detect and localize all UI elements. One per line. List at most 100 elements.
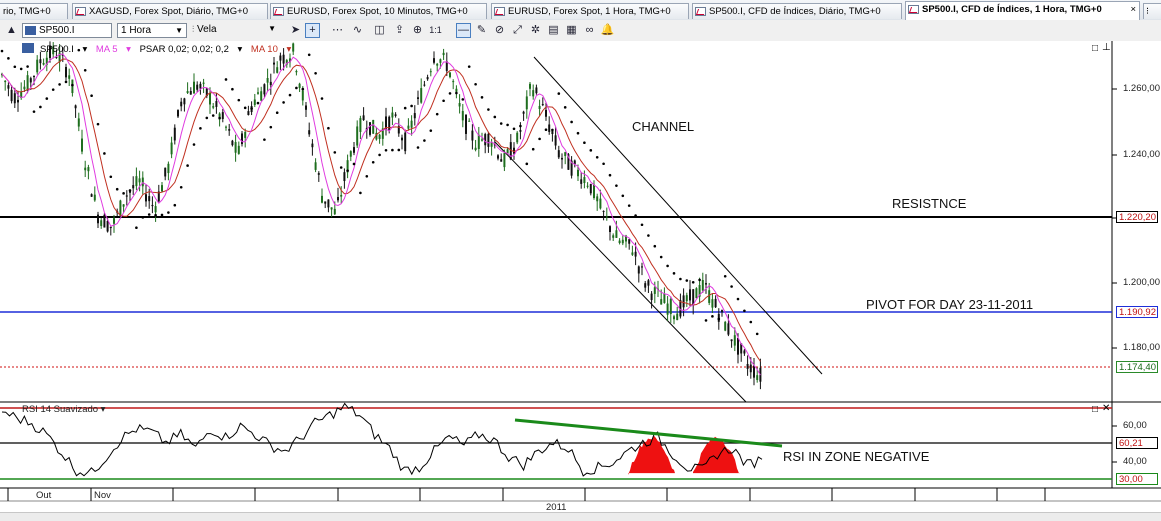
candle-body bbox=[68, 75, 71, 79]
alert-icon[interactable]: 🔔 bbox=[600, 23, 615, 38]
price-chart[interactable] bbox=[0, 41, 1161, 512]
grid-icon[interactable]: ⋯ bbox=[330, 23, 345, 38]
psar-dot bbox=[653, 244, 657, 248]
candle-body bbox=[436, 63, 439, 66]
psar-dot bbox=[365, 175, 369, 178]
close-tab-icon[interactable]: × bbox=[1130, 2, 1136, 18]
psar-dot bbox=[442, 99, 445, 103]
psar-dot bbox=[691, 281, 695, 284]
psar-dot bbox=[755, 332, 759, 336]
legend-psar[interactable]: PSAR 0,02; 0,02; 0,2 ▾ bbox=[140, 44, 243, 55]
candle-body bbox=[525, 96, 528, 110]
price-tick: 1.260,00 bbox=[1123, 83, 1160, 94]
candle-body bbox=[100, 220, 103, 226]
candle-body bbox=[42, 62, 45, 65]
candle-body bbox=[199, 83, 202, 89]
chart-type-select[interactable]: ⫶ Vela ▼ bbox=[192, 24, 280, 38]
candle-body bbox=[599, 198, 602, 209]
candle-body bbox=[644, 283, 647, 288]
psar-dot bbox=[192, 143, 196, 146]
candle-body bbox=[481, 139, 483, 141]
candle-body bbox=[103, 214, 106, 228]
tab-eurusd-1h[interactable]: EURUSD, Forex Spot, 1 Hora, TMG+0 bbox=[491, 3, 689, 19]
psar-dot bbox=[205, 116, 209, 120]
tab-xagusd[interactable]: XAGUSD, Forex Spot, Diário, TMG+0 bbox=[72, 3, 268, 19]
candle-body bbox=[557, 150, 560, 158]
tab-sp500-1h[interactable]: SP500.I, CFD de Índices, 1 Hora, TMG+0 × bbox=[905, 1, 1140, 20]
chevron-down-icon: ▼ bbox=[175, 26, 183, 35]
maximize-rsi-icon[interactable]: □ bbox=[1092, 405, 1098, 415]
legend-ma5[interactable]: MA 5 ▾ bbox=[96, 44, 131, 55]
candle-body bbox=[612, 235, 615, 238]
candle-body bbox=[97, 214, 99, 224]
candle-body bbox=[647, 280, 650, 286]
legend-ma10-label: MA 10 bbox=[250, 44, 278, 55]
pencil-icon[interactable]: ✎ bbox=[474, 23, 489, 38]
export-icon[interactable]: ⇪ bbox=[392, 23, 407, 38]
candle-body bbox=[605, 216, 608, 218]
candle-body bbox=[93, 194, 96, 201]
zoom-reset-icon[interactable]: 1:1 bbox=[428, 23, 443, 38]
chart-window-icon bbox=[908, 5, 919, 14]
candle-body bbox=[695, 288, 698, 299]
psar-dot bbox=[480, 96, 484, 99]
link-icon[interactable]: ∞ bbox=[582, 23, 597, 38]
trendline-icon[interactable]: ⤢ bbox=[510, 23, 525, 38]
candle-body bbox=[321, 195, 323, 203]
psar-dot bbox=[659, 255, 663, 259]
candle-body bbox=[407, 125, 410, 129]
candle-body bbox=[189, 91, 192, 95]
tab-eurusd-10m[interactable]: EURUSD, Forex Spot, 10 Minutos, TMG+0 bbox=[270, 3, 487, 19]
pointer-icon[interactable]: ➤ bbox=[288, 23, 303, 38]
candle-body bbox=[538, 105, 541, 110]
psar-dot bbox=[391, 148, 394, 152]
candle-body bbox=[666, 303, 669, 315]
rsi-title-label: RSI 14 Suavizado bbox=[22, 404, 99, 415]
collapse-up-icon[interactable]: ▲ bbox=[4, 23, 19, 38]
psar-dot bbox=[122, 192, 125, 195]
legend-symbol[interactable]: SP500.I ▾ bbox=[22, 43, 87, 55]
zoom-icon[interactable]: ⊕ bbox=[410, 23, 425, 38]
candle-body bbox=[330, 207, 333, 210]
frame-icon[interactable]: ◫ bbox=[372, 23, 387, 38]
template-icon[interactable]: ▦ bbox=[564, 23, 579, 38]
candle-body bbox=[65, 66, 67, 78]
tab-0[interactable]: rio, TMG+0 bbox=[0, 3, 68, 19]
candle-body bbox=[301, 90, 304, 101]
more-tabs-icon: ⁝ bbox=[1146, 6, 1150, 17]
candle-body bbox=[474, 147, 477, 151]
symbol-selector[interactable]: SP500.I bbox=[22, 23, 112, 38]
legend-ma10[interactable]: MA 10 ▾ bbox=[251, 44, 291, 55]
candle-body bbox=[4, 80, 7, 83]
candle-body bbox=[7, 85, 10, 89]
psar-dot bbox=[371, 160, 375, 164]
candle-body bbox=[145, 194, 147, 202]
candle-body bbox=[513, 147, 515, 154]
pin-icon[interactable]: ⊥ bbox=[1102, 43, 1111, 53]
fibonacci-icon[interactable]: ⊘ bbox=[492, 23, 507, 38]
psar-dot bbox=[416, 146, 420, 149]
psar-dot bbox=[359, 191, 362, 195]
horizontal-line-icon[interactable]: — bbox=[456, 23, 471, 38]
candle-body bbox=[449, 72, 451, 78]
psar-dot bbox=[557, 92, 561, 95]
tab-more[interactable]: ⁝ bbox=[1143, 3, 1161, 19]
maximize-panel-icon[interactable]: □ bbox=[1092, 44, 1098, 54]
text-tool-icon[interactable]: ▤ bbox=[546, 23, 561, 38]
timeframe-select[interactable]: 1 Hora ▼ bbox=[117, 23, 187, 38]
indicator-icon[interactable]: ∿ bbox=[350, 23, 365, 38]
psar-dot bbox=[237, 98, 241, 102]
tab-sp500-daily[interactable]: SP500.I, CFD de Índices, Diário, TMG+0 bbox=[692, 3, 902, 19]
rsi-title[interactable]: RSI 14 Suavizado ▾ bbox=[22, 404, 105, 415]
psar-dot bbox=[103, 152, 106, 155]
candle-body bbox=[311, 143, 314, 148]
close-rsi-icon[interactable]: ✕ bbox=[1102, 404, 1110, 414]
psar-dot bbox=[621, 194, 625, 198]
candle-body bbox=[148, 196, 151, 202]
candle-body bbox=[541, 104, 544, 106]
psar-dot bbox=[320, 97, 324, 100]
candle-body bbox=[442, 52, 445, 56]
candle-body bbox=[669, 298, 672, 315]
shapes-icon[interactable]: ✲ bbox=[528, 23, 543, 38]
crosshair-icon[interactable]: + bbox=[305, 23, 320, 38]
